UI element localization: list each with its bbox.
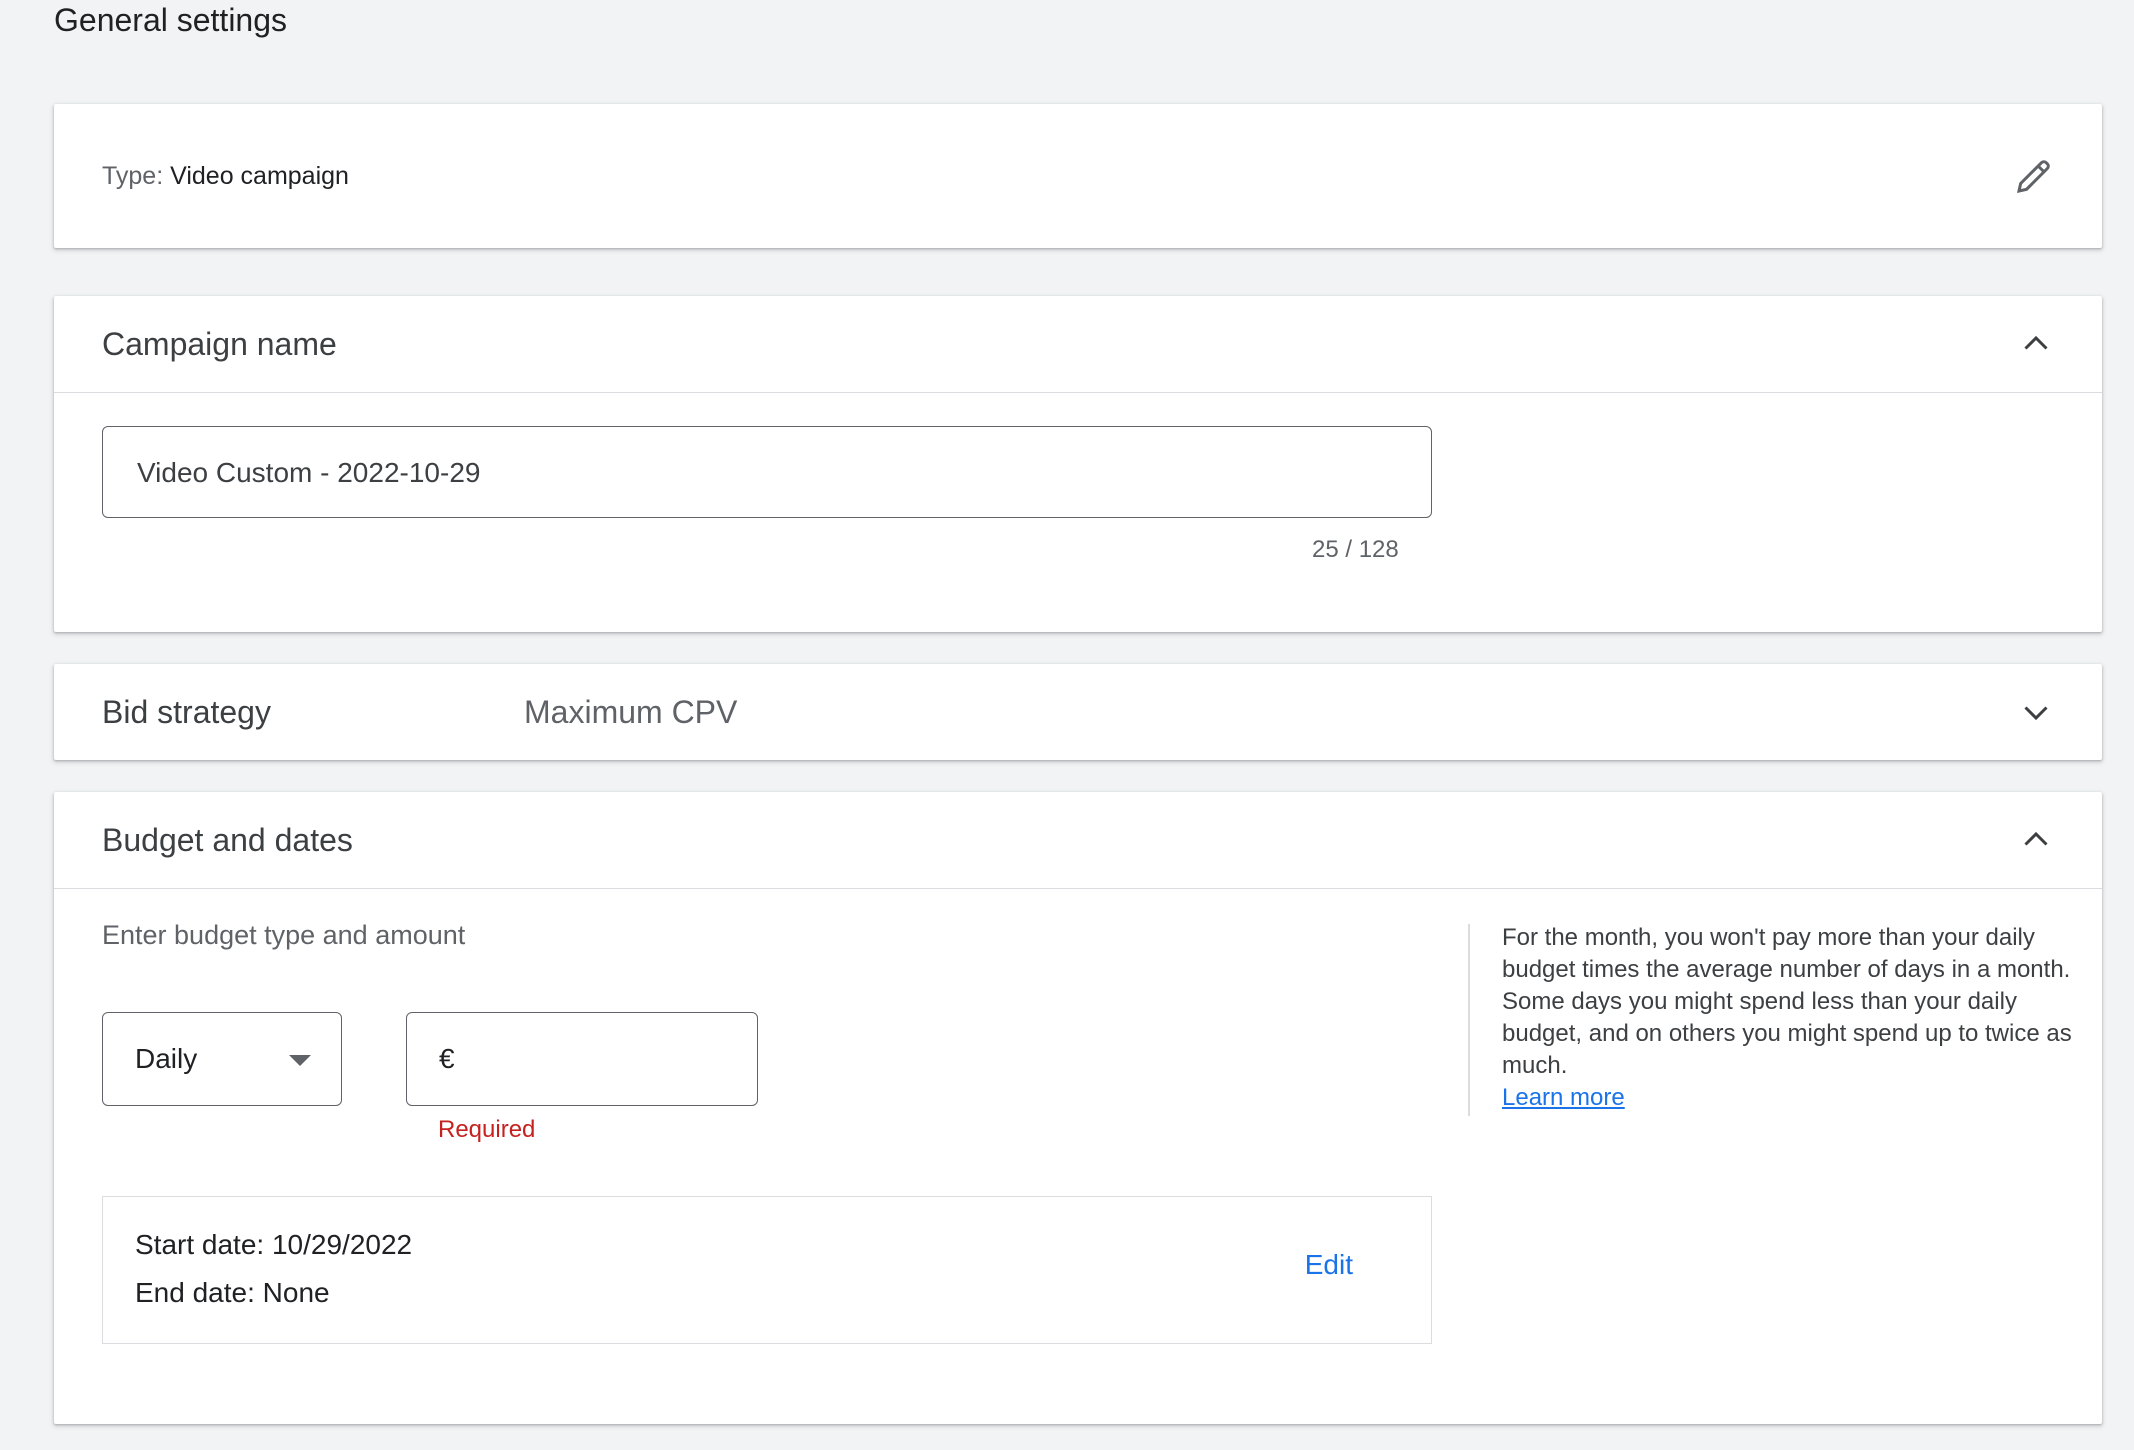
help-divider xyxy=(1468,924,1470,1116)
budget-help-body: For the month, you won't pay more than y… xyxy=(1502,924,2072,1079)
chevron-up-icon[interactable] xyxy=(2018,326,2054,362)
campaign-type-value: Video campaign xyxy=(170,162,349,190)
budget-amount-input[interactable] xyxy=(469,1013,743,1107)
dropdown-arrow-icon xyxy=(289,1055,311,1066)
budget-sub-label: Enter budget type and amount xyxy=(102,920,466,950)
budget-dates-title: Budget and dates xyxy=(102,822,353,858)
campaign-type: Type: Video campaign xyxy=(102,104,349,248)
budget-dates-header[interactable]: Budget and dates xyxy=(54,792,2102,889)
currency-symbol: € xyxy=(439,1043,455,1074)
budget-type-value: Daily xyxy=(135,1043,198,1074)
campaign-name-field[interactable] xyxy=(102,426,1432,519)
campaign-name-input[interactable] xyxy=(135,427,1389,519)
campaign-type-card: Type: Video campaign xyxy=(54,104,2102,248)
required-error: Required xyxy=(438,1116,536,1143)
bid-strategy-value: Maximum CPV xyxy=(524,694,738,730)
campaign-name-title: Campaign name xyxy=(102,326,337,362)
budget-help-text: For the month, you won't pay more than y… xyxy=(1502,922,2102,1114)
campaign-type-label: Type: xyxy=(102,162,164,190)
character-counter: 25 / 128 xyxy=(1312,536,1399,563)
page-title: General settings xyxy=(54,2,288,38)
bid-strategy-title: Bid strategy xyxy=(102,694,271,730)
dates-box: Start date: 10/29/2022 End date: None Ed… xyxy=(102,1196,1432,1344)
campaign-name-header[interactable]: Campaign name xyxy=(54,296,2102,393)
edit-dates-button[interactable]: Edit xyxy=(1305,1249,1353,1281)
start-date: Start date: 10/29/2022 xyxy=(135,1229,413,1260)
chevron-down-icon[interactable] xyxy=(2018,694,2054,730)
end-date: End date: None xyxy=(135,1277,330,1308)
bid-strategy-card[interactable]: Bid strategy Maximum CPV xyxy=(54,664,2102,760)
chevron-up-icon[interactable] xyxy=(2018,822,2054,858)
learn-more-link[interactable]: Learn more xyxy=(1502,1084,1625,1111)
budget-type-select[interactable]: Daily xyxy=(102,1012,342,1106)
edit-pencil-icon[interactable] xyxy=(2014,156,2054,196)
budget-amount-field[interactable]: € xyxy=(406,1012,758,1107)
